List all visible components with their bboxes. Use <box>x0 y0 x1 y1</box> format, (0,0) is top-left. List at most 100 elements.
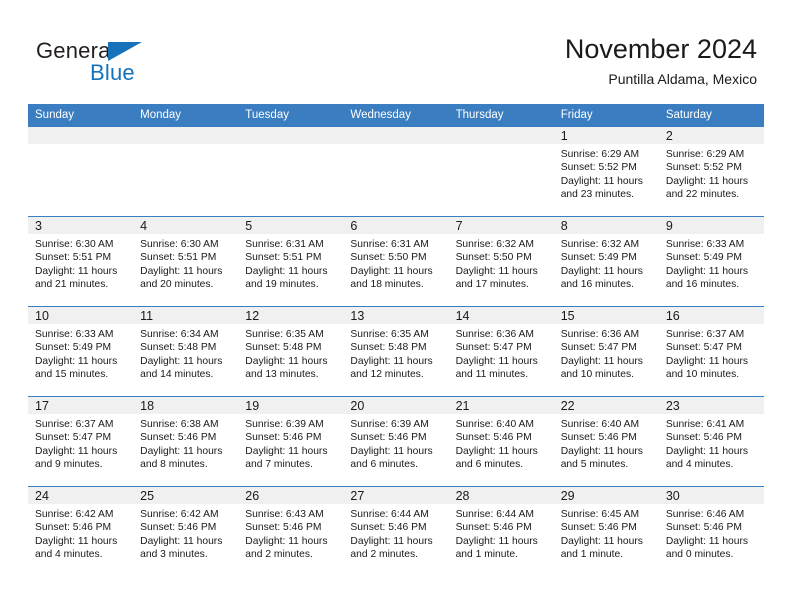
day-daylight-line: and 0 minutes. <box>665 549 734 561</box>
day-sunset-line: Sunset: 5:49 PM <box>35 342 112 354</box>
day-sunset-line: Sunset: 5:46 PM <box>665 522 742 534</box>
day-sunrise-line: Sunrise: 6:32 AM <box>560 239 640 250</box>
day-sunset-line: Sunset: 5:48 PM <box>245 342 322 354</box>
day-details: Sunrise: 6:41 AM Sunset: 5:46 PM Daylight:… <box>659 414 764 472</box>
day-sunset-line: Sunset: 5:51 PM <box>245 252 322 264</box>
calendar-cell-day-25[interactable]: 25 Sunrise: 6:42 AM Sunset: 5:46 PM Dayligh… <box>133 486 239 576</box>
calendar-cell-day-17[interactable]: 17 Sunrise: 6:37 AM Sunset: 5:47 PM Dayligh… <box>28 396 134 487</box>
calendar-header-row: Sunday Monday Tuesday Wednesday Thursday Frid… <box>28 104 764 127</box>
day-daylight-line: Daylight: 11 hours <box>245 265 328 277</box>
calendar-cell-day-5[interactable]: 5 Sunrise: 6:31 AM Sunset: 5:51 PM Daylight… <box>238 216 344 307</box>
calendar-week-row: 17 Sunrise: 6:37 AM Sunset: 5:47 PM Dayligh… <box>28 396 764 487</box>
calendar-cell-day-29[interactable]: 29 Sunrise: 6:45 AM Sunset: 5:46 PM Dayligh… <box>553 486 659 576</box>
day-sunrise-line: Sunrise: 6:30 AM <box>35 239 114 250</box>
day-sunset-line: Sunset: 5:46 PM <box>245 522 322 534</box>
day-daylight-line: and 22 minutes. <box>665 189 740 201</box>
day-daylight-line: Daylight: 11 hours <box>665 535 749 547</box>
calendar-cell-empty <box>343 126 449 217</box>
day-daylight-line: Daylight: 11 hours <box>35 535 118 547</box>
day-sunset-line: Sunset: 5:46 PM <box>350 522 427 534</box>
weekday-header-saturday: Saturday <box>658 104 764 127</box>
day-daylight-line: Daylight: 11 hours <box>35 265 118 277</box>
calendar-cell-empty <box>28 126 134 217</box>
day-sunrise-line: Sunrise: 6:39 AM <box>350 419 429 430</box>
day-sunrise-line: Sunrise: 6:43 AM <box>245 509 324 520</box>
day-number-band <box>448 127 554 144</box>
day-details: Sunrise: 6:32 AM Sunset: 5:49 PM Daylight:… <box>554 234 659 292</box>
calendar-cell-empty <box>448 126 554 217</box>
calendar-cell-day-6[interactable]: 6 Sunrise: 6:31 AM Sunset: 5:50 PM Daylight… <box>343 216 449 307</box>
day-daylight-line: and 7 minutes. <box>245 459 313 471</box>
calendar-cell-day-18[interactable]: 18 Sunrise: 6:38 AM Sunset: 5:46 PM Dayligh… <box>133 396 239 487</box>
day-details: Sunrise: 6:39 AM Sunset: 5:46 PM Daylight:… <box>343 414 448 472</box>
day-daylight-line: and 10 minutes. <box>560 369 634 381</box>
calendar-cell-day-9[interactable]: 9 Sunrise: 6:33 AM Sunset: 5:49 PM Daylight… <box>658 216 764 307</box>
day-sunset-line: Sunset: 5:46 PM <box>665 432 742 444</box>
calendar-cell-day-15[interactable]: 15 Sunrise: 6:36 AM Sunset: 5:47 PM Dayligh… <box>553 306 659 397</box>
day-number: 22 <box>553 397 659 414</box>
calendar-cell-day-28[interactable]: 28 Sunrise: 6:44 AM Sunset: 5:46 PM Dayligh… <box>448 486 554 576</box>
calendar-cell-day-10[interactable]: 10 Sunrise: 6:33 AM Sunset: 5:49 PM Dayligh… <box>28 306 134 397</box>
day-daylight-line: Daylight: 11 hours <box>140 535 223 547</box>
calendar-cell-day-20[interactable]: 20 Sunrise: 6:39 AM Sunset: 5:46 PM Dayligh… <box>343 396 449 487</box>
day-details: Sunrise: 6:40 AM Sunset: 5:46 PM Daylight:… <box>554 414 659 472</box>
day-details: Sunrise: 6:32 AM Sunset: 5:50 PM Daylight:… <box>449 234 554 292</box>
calendar-cell-day-26[interactable]: 26 Sunrise: 6:43 AM Sunset: 5:46 PM Dayligh… <box>238 486 344 576</box>
calendar-cell-day-13[interactable]: 13 Sunrise: 6:35 AM Sunset: 5:48 PM Dayligh… <box>343 306 449 397</box>
calendar-cell-day-23[interactable]: 23 Sunrise: 6:41 AM Sunset: 5:46 PM Dayligh… <box>658 396 764 487</box>
day-number: 12 <box>238 307 344 324</box>
day-sunrise-line: Sunrise: 6:40 AM <box>455 419 534 430</box>
day-daylight-line: and 3 minutes. <box>140 549 208 561</box>
day-sunrise-line: Sunrise: 6:42 AM <box>140 509 219 520</box>
day-daylight-line: Daylight: 11 hours <box>560 355 643 367</box>
day-daylight-line: Daylight: 11 hours <box>140 265 223 277</box>
day-number: 16 <box>658 307 764 324</box>
calendar-cell-day-24[interactable]: 24 Sunrise: 6:42 AM Sunset: 5:46 PM Dayligh… <box>28 486 134 576</box>
day-daylight-line: and 4 minutes. <box>665 459 734 471</box>
day-sunrise-line: Sunrise: 6:40 AM <box>560 419 640 430</box>
day-daylight-line: Daylight: 11 hours <box>350 445 433 457</box>
calendar-cell-day-8[interactable]: 8 Sunrise: 6:32 AM Sunset: 5:49 PM Daylight… <box>553 216 659 307</box>
page-subtitle: Puntilla Aldama, Mexico <box>608 71 757 87</box>
day-sunset-line: Sunset: 5:49 PM <box>560 252 637 264</box>
day-sunset-line: Sunset: 5:46 PM <box>560 522 637 534</box>
day-details: Sunrise: 6:42 AM Sunset: 5:46 PM Daylight:… <box>133 504 238 562</box>
calendar-cell-day-4[interactable]: 4 Sunrise: 6:30 AM Sunset: 5:51 PM Daylight… <box>133 216 239 307</box>
day-daylight-line: Daylight: 11 hours <box>350 265 433 277</box>
calendar-cell-day-27[interactable]: 27 Sunrise: 6:44 AM Sunset: 5:46 PM Dayligh… <box>343 486 449 576</box>
calendar-cell-day-16[interactable]: 16 Sunrise: 6:37 AM Sunset: 5:47 PM Dayligh… <box>658 306 764 397</box>
calendar-cell-day-21[interactable]: 21 Sunrise: 6:40 AM Sunset: 5:46 PM Dayligh… <box>448 396 554 487</box>
day-number: 17 <box>28 397 134 414</box>
day-number: 8 <box>553 217 659 234</box>
calendar-week-row: 10 Sunrise: 6:33 AM Sunset: 5:49 PM Dayligh… <box>28 306 764 397</box>
day-daylight-line: Daylight: 11 hours <box>35 445 118 457</box>
day-details: Sunrise: 6:36 AM Sunset: 5:47 PM Daylight:… <box>449 324 554 382</box>
calendar-cell-day-7[interactable]: 7 Sunrise: 6:32 AM Sunset: 5:50 PM Daylight… <box>448 216 554 307</box>
calendar-cell-day-11[interactable]: 11 Sunrise: 6:34 AM Sunset: 5:48 PM Dayligh… <box>133 306 239 397</box>
day-daylight-line: Daylight: 11 hours <box>245 445 328 457</box>
calendar-cell-day-1[interactable]: 1 Sunrise: 6:29 AM Sunset: 5:52 PM Daylight… <box>553 126 659 217</box>
calendar-cell-day-12[interactable]: 12 Sunrise: 6:35 AM Sunset: 5:48 PM Dayligh… <box>238 306 344 397</box>
day-details: Sunrise: 6:38 AM Sunset: 5:46 PM Daylight:… <box>133 414 238 472</box>
day-daylight-line: Daylight: 11 hours <box>665 445 749 457</box>
day-daylight-line: and 2 minutes. <box>350 549 418 561</box>
calendar-table: Sunday Monday Tuesday Wednesday Thursday Frid… <box>28 104 764 576</box>
day-sunset-line: Sunset: 5:46 PM <box>245 432 322 444</box>
calendar-cell-day-14[interactable]: 14 Sunrise: 6:36 AM Sunset: 5:47 PM Dayligh… <box>448 306 554 397</box>
day-number-band <box>133 127 239 144</box>
day-number: 15 <box>553 307 659 324</box>
day-sunset-line: Sunset: 5:51 PM <box>35 252 112 264</box>
calendar-cell-day-19[interactable]: 19 Sunrise: 6:39 AM Sunset: 5:46 PM Dayligh… <box>238 396 344 487</box>
day-sunrise-line: Sunrise: 6:31 AM <box>350 239 429 250</box>
calendar-cell-day-2[interactable]: 2 Sunrise: 6:29 AM Sunset: 5:52 PM Daylight… <box>658 126 764 217</box>
title-block: November 2024 Puntilla Aldama, Mexico <box>565 33 757 88</box>
calendar-cell-day-3[interactable]: 3 Sunrise: 6:30 AM Sunset: 5:51 PM Daylight… <box>28 216 134 307</box>
day-daylight-line: Daylight: 11 hours <box>455 355 538 367</box>
calendar-cell-day-30[interactable]: 30 Sunrise: 6:46 AM Sunset: 5:46 PM Dayligh… <box>658 486 764 576</box>
page-title: November 2024 <box>564 34 757 64</box>
day-daylight-line: Daylight: 11 hours <box>560 265 643 277</box>
brand-name-blue: Blue <box>90 60 135 85</box>
calendar-cell-day-22[interactable]: 22 Sunrise: 6:40 AM Sunset: 5:46 PM Dayligh… <box>553 396 659 487</box>
day-daylight-line: and 4 minutes. <box>35 549 103 561</box>
brand-logo[interactable]: General Blue <box>36 38 216 88</box>
